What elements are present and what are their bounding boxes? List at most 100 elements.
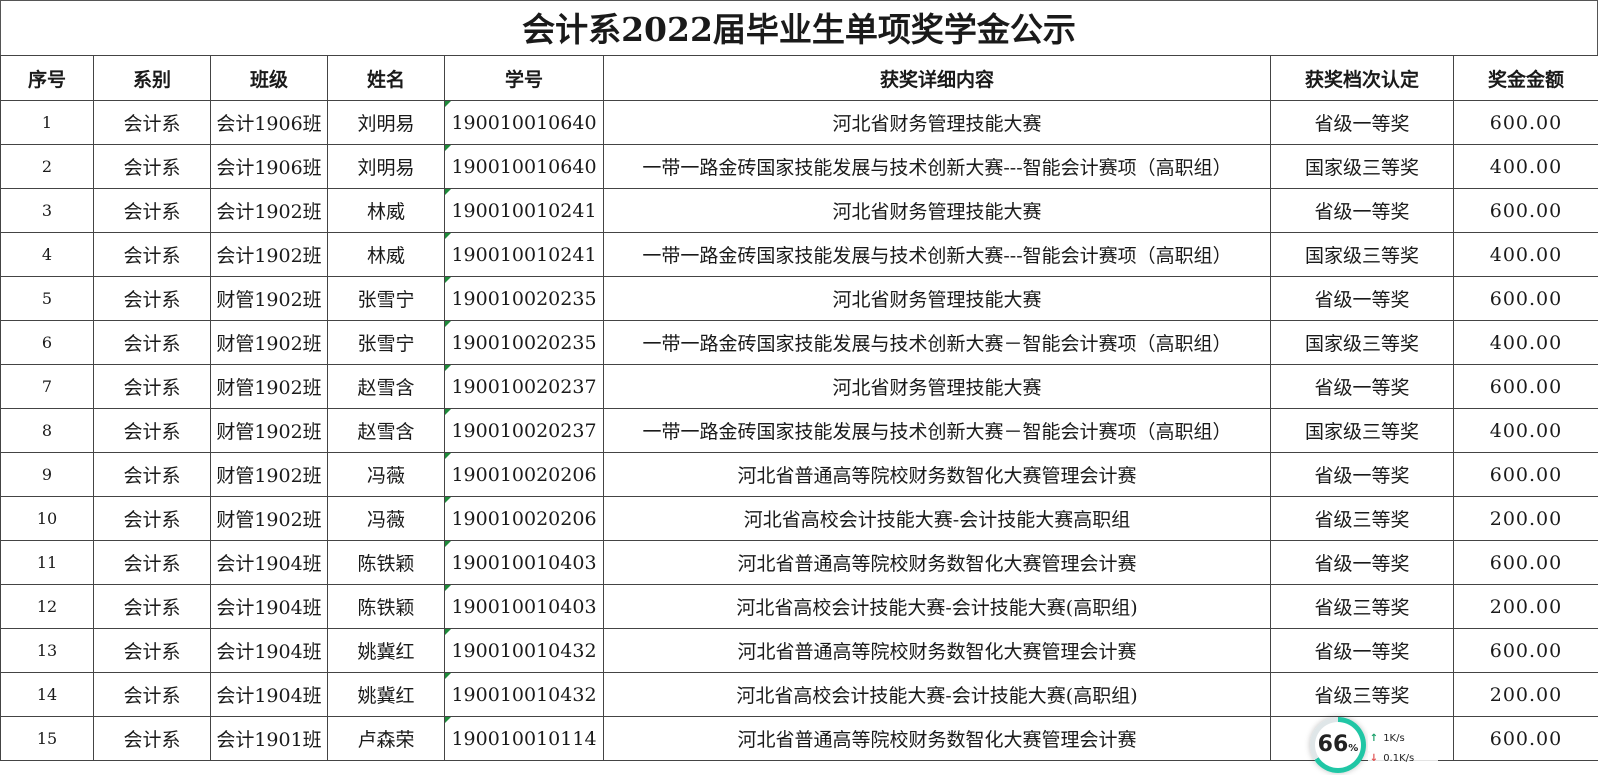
cell-name[interactable]: 姚冀红 [327,628,445,673]
cell-student-id[interactable]: 190010020206 [444,496,604,541]
cell-department[interactable]: 会计系 [93,540,211,585]
cell-amount[interactable]: 600.00 [1453,716,1598,761]
cell-award-level[interactable]: 省级一等奖 [1270,100,1454,145]
cell-index[interactable]: 3 [0,188,94,233]
cell-class[interactable]: 财管1902班 [210,320,328,365]
cell-index[interactable]: 10 [0,496,94,541]
cell-department[interactable]: 会计系 [93,716,211,761]
cell-award-detail[interactable]: 一带一路金砖国家技能发展与技术创新大赛---智能会计赛项（高职组） [603,144,1271,189]
cell-amount[interactable]: 600.00 [1453,452,1598,497]
cell-award-level[interactable]: 省级一等奖 [1270,452,1454,497]
cell-award-detail[interactable]: 河北省财务管理技能大赛 [603,364,1271,409]
cell-award-level[interactable]: 国家级三等奖 [1270,408,1454,453]
cell-student-id[interactable]: 190010020235 [444,276,604,321]
cell-award-detail[interactable]: 一带一路金砖国家技能发展与技术创新大赛－智能会计赛项（高职组） [603,320,1271,365]
cell-index[interactable]: 8 [0,408,94,453]
cell-award-level[interactable]: 省级三等奖 [1270,496,1454,541]
header-class[interactable]: 班级 [210,55,328,101]
cell-award-level[interactable]: 省级三等奖 [1270,672,1454,717]
cell-amount[interactable]: 200.00 [1453,496,1598,541]
header-award-level[interactable]: 获奖档次认定 [1270,55,1454,101]
cell-name[interactable]: 张雪宁 [327,320,445,365]
cell-department[interactable]: 会计系 [93,100,211,145]
cell-department[interactable]: 会计系 [93,144,211,189]
cell-award-detail[interactable]: 河北省普通高等院校财务数智化大赛管理会计赛 [603,628,1271,673]
cell-student-id[interactable]: 190010010640 [444,144,604,189]
cell-award-detail[interactable]: 河北省普通高等院校财务数智化大赛管理会计赛 [603,540,1271,585]
cell-amount[interactable]: 400.00 [1453,144,1598,189]
cell-name[interactable]: 陈铁颖 [327,584,445,629]
cell-class[interactable]: 财管1902班 [210,452,328,497]
cell-student-id[interactable]: 190010020237 [444,408,604,453]
header-student-id[interactable]: 学号 [444,55,604,101]
cell-class[interactable]: 会计1906班 [210,144,328,189]
cell-student-id[interactable]: 190010010241 [444,188,604,233]
cell-class[interactable]: 会计1904班 [210,672,328,717]
cell-award-detail[interactable]: 河北省高校会计技能大赛-会计技能大赛高职组 [603,496,1271,541]
cell-award-detail[interactable]: 一带一路金砖国家技能发展与技术创新大赛---智能会计赛项（高职组） [603,232,1271,277]
cell-amount[interactable]: 400.00 [1453,408,1598,453]
cell-department[interactable]: 会计系 [93,672,211,717]
header-index[interactable]: 序号 [0,55,94,101]
cell-department[interactable]: 会计系 [93,628,211,673]
cell-name[interactable]: 卢森荣 [327,716,445,761]
cell-amount[interactable]: 400.00 [1453,320,1598,365]
cell-index[interactable]: 5 [0,276,94,321]
cell-award-level[interactable]: 省级一等奖 [1270,628,1454,673]
cell-award-detail[interactable]: 河北省普通高等院校财务数智化大赛管理会计赛 [603,716,1271,761]
cell-amount[interactable]: 600.00 [1453,628,1598,673]
cell-name[interactable]: 刘明易 [327,100,445,145]
cell-award-detail[interactable]: 河北省财务管理技能大赛 [603,276,1271,321]
cell-award-level[interactable]: 省级一等奖 [1270,188,1454,233]
cell-class[interactable]: 财管1902班 [210,408,328,453]
cell-index[interactable]: 14 [0,672,94,717]
cell-class[interactable]: 会计1902班 [210,188,328,233]
cell-amount[interactable]: 200.00 [1453,672,1598,717]
cell-class[interactable]: 财管1902班 [210,496,328,541]
cell-award-level[interactable]: 省级一等奖 [1270,540,1454,585]
cell-name[interactable]: 姚冀红 [327,672,445,717]
cell-department[interactable]: 会计系 [93,320,211,365]
cell-student-id[interactable]: 190010020206 [444,452,604,497]
cell-department[interactable]: 会计系 [93,232,211,277]
cell-class[interactable]: 会计1901班 [210,716,328,761]
cell-amount[interactable]: 400.00 [1453,232,1598,277]
cell-award-level[interactable]: 省级一等奖 [1270,364,1454,409]
network-speed-widget[interactable]: 66% ↑ 1K/s ↓ 0.1K/s [1306,713,1438,775]
cell-name[interactable]: 赵雪含 [327,408,445,453]
cell-award-detail[interactable]: 河北省高校会计技能大赛-会计技能大赛(高职组) [603,672,1271,717]
cell-index[interactable]: 9 [0,452,94,497]
cell-award-detail[interactable]: 河北省普通高等院校财务数智化大赛管理会计赛 [603,452,1271,497]
cell-department[interactable]: 会计系 [93,496,211,541]
cell-index[interactable]: 13 [0,628,94,673]
cell-index[interactable]: 4 [0,232,94,277]
cell-student-id[interactable]: 190010010114 [444,716,604,761]
cell-name[interactable]: 林威 [327,232,445,277]
cell-class[interactable]: 会计1906班 [210,100,328,145]
cell-class[interactable]: 会计1904班 [210,584,328,629]
cell-name[interactable]: 赵雪含 [327,364,445,409]
cell-name[interactable]: 林威 [327,188,445,233]
cell-amount[interactable]: 200.00 [1453,584,1598,629]
cell-student-id[interactable]: 190010010432 [444,628,604,673]
cell-department[interactable]: 会计系 [93,188,211,233]
cell-department[interactable]: 会计系 [93,276,211,321]
cell-award-detail[interactable]: 一带一路金砖国家技能发展与技术创新大赛－智能会计赛项（高职组） [603,408,1271,453]
cell-department[interactable]: 会计系 [93,452,211,497]
cell-award-detail[interactable]: 河北省财务管理技能大赛 [603,188,1271,233]
cell-index[interactable]: 11 [0,540,94,585]
cell-department[interactable]: 会计系 [93,364,211,409]
cell-student-id[interactable]: 190010010432 [444,672,604,717]
cell-name[interactable]: 刘明易 [327,144,445,189]
cell-class[interactable]: 会计1904班 [210,540,328,585]
cell-name[interactable]: 冯薇 [327,452,445,497]
cell-class[interactable]: 会计1902班 [210,232,328,277]
cell-student-id[interactable]: 190010010403 [444,584,604,629]
header-department[interactable]: 系别 [93,55,211,101]
cell-department[interactable]: 会计系 [93,584,211,629]
cell-amount[interactable]: 600.00 [1453,100,1598,145]
cell-department[interactable]: 会计系 [93,408,211,453]
cell-index[interactable]: 15 [0,716,94,761]
cell-award-level[interactable]: 国家级三等奖 [1270,320,1454,365]
cell-index[interactable]: 12 [0,584,94,629]
